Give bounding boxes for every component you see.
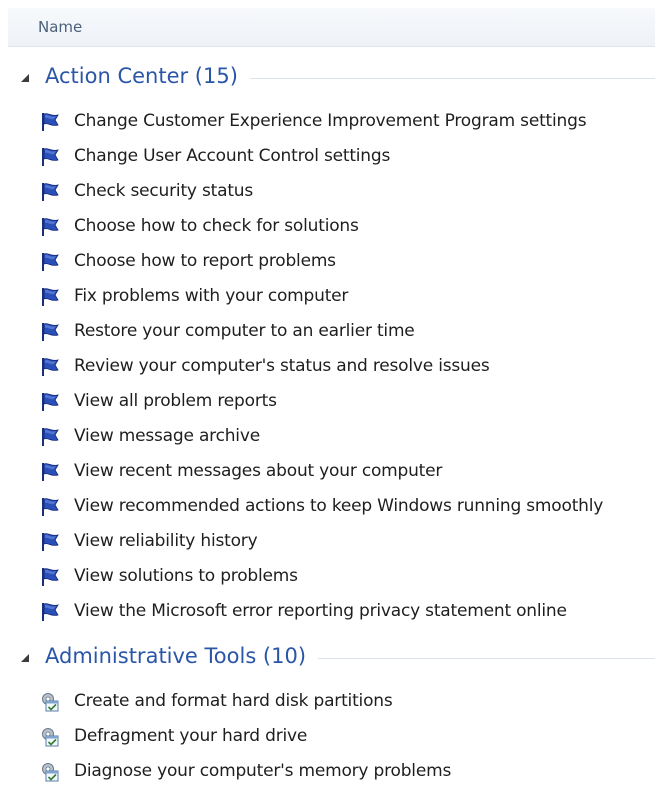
task-link-change-customer-experience-improvement-p[interactable]: Change Customer Experience Improvement P… [74,111,587,131]
list-item[interactable]: View solutions to problems [0,560,655,595]
list-item[interactable]: Choose how to report problems [0,245,655,280]
group-title[interactable]: Action Center (15) [45,64,250,88]
task-link-view-solutions-to-problems[interactable]: View solutions to problems [74,566,298,586]
task-link-restore-your-computer-to-an-earlier-time[interactable]: Restore your computer to an earlier time [74,321,415,341]
list-item[interactable]: Check security status [0,175,655,210]
blue-flag-icon [40,147,60,167]
name-column-header[interactable]: Name [38,18,82,36]
administrative-tools-task-list: Create and format hard disk partitions De… [0,685,655,790]
task-link-choose-how-to-check-for-solutions[interactable]: Choose how to check for solutions [74,216,359,236]
list-item[interactable]: Defragment your hard drive [0,720,655,755]
list-item[interactable]: View recent messages about your computer [0,455,655,490]
group-title[interactable]: Administrative Tools (10) [45,644,319,668]
blue-flag-icon [40,112,60,132]
list-item[interactable]: Fix problems with your computer [0,280,655,315]
admin-tools-icon [40,692,60,712]
task-link-view-the-microsoft-error-reporting-priva[interactable]: View the Microsoft error reporting priva… [74,601,567,621]
list-item[interactable]: View message archive [0,420,655,455]
blue-flag-icon [40,322,60,342]
task-link-view-reliability-history[interactable]: View reliability history [74,531,258,551]
collapse-caret-icon[interactable] [21,74,29,82]
blue-flag-icon [40,462,60,482]
task-link-view-all-problem-reports[interactable]: View all problem reports [74,391,277,411]
list-item[interactable]: Create and format hard disk partitions [0,685,655,720]
group-administrative-tools: Administrative Tools (10) Create and for… [0,644,655,790]
collapse-caret-icon[interactable] [21,654,29,662]
group-header-action-center[interactable]: Action Center (15) [0,64,655,94]
admin-tools-icon [40,727,60,747]
task-link-change-user-account-control-settings[interactable]: Change User Account Control settings [74,146,390,166]
task-link-fix-problems-with-your-computer[interactable]: Fix problems with your computer [74,286,348,306]
blue-flag-icon [40,427,60,447]
list-item[interactable]: Change User Account Control settings [0,140,655,175]
task-link-create-and-format-hard-disk-partitions[interactable]: Create and format hard disk partitions [74,691,393,711]
task-link-check-security-status[interactable]: Check security status [74,181,253,201]
blue-flag-icon [40,182,60,202]
task-link-choose-how-to-report-problems[interactable]: Choose how to report problems [74,251,336,271]
blue-flag-icon [40,252,60,272]
column-header-bar: Name [8,8,655,47]
list-item[interactable]: Review your computer's status and resolv… [0,350,655,385]
blue-flag-icon [40,497,60,517]
blue-flag-icon [40,217,60,237]
list-item[interactable]: Diagnose your computer's memory problems [0,755,655,790]
task-link-defragment-your-hard-drive[interactable]: Defragment your hard drive [74,726,307,746]
list-item[interactable]: View recommended actions to keep Windows… [0,490,655,525]
blue-flag-icon [40,532,60,552]
admin-tools-icon [40,762,60,782]
action-center-task-list: Change Customer Experience Improvement P… [0,105,655,630]
list-item[interactable]: View reliability history [0,525,655,560]
blue-flag-icon [40,602,60,622]
task-link-view-recent-messages-about-your-computer[interactable]: View recent messages about your computer [74,461,442,481]
blue-flag-icon [40,567,60,587]
list-item[interactable]: Change Customer Experience Improvement P… [0,105,655,140]
blue-flag-icon [40,287,60,307]
task-link-diagnose-your-computer-s-memory-problems[interactable]: Diagnose your computer's memory problems [74,761,451,781]
task-link-review-your-computer-s-status-and-resolv[interactable]: Review your computer's status and resolv… [74,356,490,376]
list-item[interactable]: View all problem reports [0,385,655,420]
blue-flag-icon [40,357,60,377]
blue-flag-icon [40,392,60,412]
list-item[interactable]: Choose how to check for solutions [0,210,655,245]
task-link-view-recommended-actions-to-keep-windows[interactable]: View recommended actions to keep Windows… [74,496,603,516]
list-item[interactable]: Restore your computer to an earlier time [0,315,655,350]
list-item[interactable]: View the Microsoft error reporting priva… [0,595,655,630]
group-header-administrative-tools[interactable]: Administrative Tools (10) [0,644,655,674]
group-action-center: Action Center (15) Change Customer Exper… [0,64,655,630]
task-link-view-message-archive[interactable]: View message archive [74,426,260,446]
